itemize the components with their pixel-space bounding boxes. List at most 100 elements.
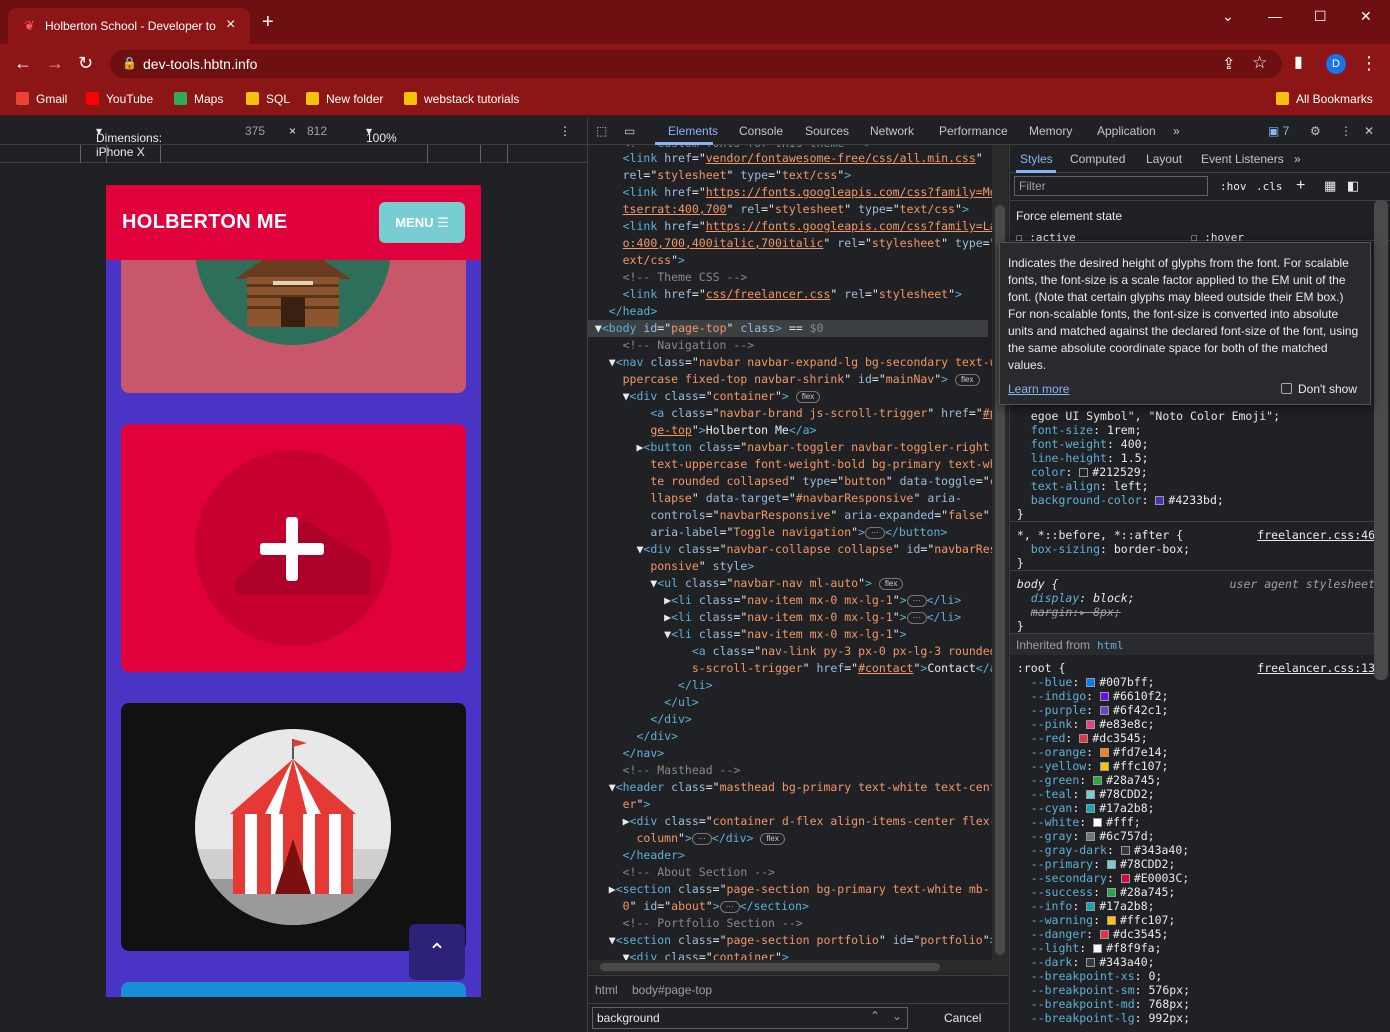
more-styles-tabs-icon[interactable]: » [1294,152,1301,166]
dom-search-bar: background ⌃ ⌄ Cancel [588,1003,1008,1032]
css-property-tooltip: Indicates the desired height of glyphs f… [999,242,1371,405]
bookmark-webstack-tutorials[interactable]: webstack tutorials [404,92,519,106]
device-emulation-panel: Dimensions: iPhone X ▾ 375 × 812 100% ▾ … [0,117,587,1032]
bookmark-maps[interactable]: Maps [174,92,223,106]
styles-filter-bar: Filter :hov .cls + ▦ ◧ [1010,173,1390,201]
forward-icon[interactable]: → [46,54,64,72]
gmail-icon [16,92,29,105]
circus-image [195,729,391,925]
reload-icon[interactable]: ↻ [78,54,93,72]
navbar-brand[interactable]: HOLBERTON ME [122,211,287,234]
browser-toolbar: ← → ↻ 🔒 dev-tools.hbtn.info ⇪ ☆ ▮ D ⋮ [0,44,1390,84]
tab-elements[interactable]: Elements [668,124,718,138]
new-rule-icon[interactable]: + [1296,177,1305,195]
emulated-viewport: HOLBERTON ME MENU ☰ ⌃ [106,185,481,997]
bookmark-sql[interactable]: SQL [246,92,290,106]
address-bar[interactable]: 🔒 dev-tools.hbtn.info ⇪ ☆ [110,50,1282,78]
devtools-tabbar: ⬚ ▭ Elements Console Sources Network Per… [588,117,1390,145]
holberton-favicon-icon: ❦ [24,18,35,33]
back-icon[interactable]: ← [14,54,32,72]
source-link-46[interactable]: freelancer.css:46 [1257,528,1375,542]
maximize-icon[interactable]: ☐ [1314,8,1327,25]
bookmark-new-folder[interactable]: New folder [306,92,383,106]
search-cancel-button[interactable]: Cancel [944,1011,981,1025]
styles-scrollbar[interactable] [1374,200,1388,680]
new-tab-icon[interactable]: + [262,12,274,32]
selected-body-node[interactable]: ▼<body id="page-top" class> == $0 [588,320,988,337]
menu-kebab-icon[interactable]: ⋮ [1360,54,1378,72]
minimize-icon[interactable]: — [1268,8,1282,24]
portfolio-card-next[interactable] [121,982,466,997]
learn-more-link[interactable]: Learn more [1008,381,1069,398]
inherited-header: Inherited from html [1010,633,1382,655]
search-next-icon[interactable]: ⌄ [892,1009,902,1023]
bookmark-gmail[interactable]: Gmail [16,92,67,106]
device-width[interactable]: 375 [245,124,265,138]
dom-search-input[interactable]: background [592,1007,908,1029]
hov-toggle[interactable]: :hov [1220,180,1247,193]
hamburger-icon: ☰ [437,215,449,230]
more-tabs-icon[interactable]: » [1173,124,1180,138]
breadcrumb: html body#page-top [588,975,1008,1003]
bookmark-youtube[interactable]: YouTube [86,92,153,106]
devtools-kebab-icon[interactable]: ⋮ [1340,124,1352,138]
tab-layout[interactable]: Layout [1146,152,1182,166]
styles-tabbar: Styles Computed Layout Event Listeners » [1010,145,1390,173]
side-panel-icon[interactable]: ▮ [1294,54,1303,72]
dont-show-checkbox[interactable]: Don't show [1281,381,1357,398]
tab-memory[interactable]: Memory [1029,124,1072,138]
tab-performance[interactable]: Performance [939,124,1008,138]
share-icon[interactable]: ⇪ [1222,54,1235,74]
plus-overlay-icon [235,517,370,595]
youtube-icon [86,92,99,105]
portfolio-card-circus[interactable] [121,703,466,951]
close-devtools-icon[interactable]: ✕ [1364,124,1374,138]
tab-styles[interactable]: Styles [1020,152,1053,166]
device-toggle-icon[interactable]: ▭ [624,124,635,138]
close-window-icon[interactable]: ✕ [1360,8,1372,25]
url-text[interactable]: dev-tools.hbtn.info [143,56,257,72]
zoom-dropdown[interactable]: 100% ▾ [366,124,397,145]
inspect-element-icon[interactable]: ⬚ [596,124,607,138]
device-height[interactable]: 812 [307,124,327,138]
tab-event-listeners[interactable]: Event Listeners [1201,152,1284,166]
scroll-to-top-button[interactable]: ⌃ [409,924,465,980]
folder-icon [246,92,259,105]
close-tab-icon[interactable]: × [226,16,235,34]
styles-filter-input[interactable]: Filter [1014,176,1208,196]
tab-sources[interactable]: Sources [805,124,849,138]
site-navbar: HOLBERTON ME MENU ☰ [106,185,481,260]
bookmark-star-icon[interactable]: ☆ [1252,53,1267,73]
lock-icon[interactable]: 🔒 [122,56,137,70]
menu-button[interactable]: MENU ☰ [379,202,465,243]
chevron-up-icon: ⌃ [427,939,447,964]
checkbox-icon[interactable] [1281,383,1292,394]
source-link-13[interactable]: freelancer.css:13 [1257,661,1375,675]
tab-console[interactable]: Console [739,124,783,138]
profile-avatar[interactable]: D [1326,54,1346,74]
elements-hscrollbar[interactable] [588,960,992,974]
device-more-icon[interactable]: ⋮ [559,124,571,138]
force-element-state: Force element state ☐ :active ☐ :hover [1010,201,1390,244]
all-bookmarks[interactable]: All Bookmarks [1276,92,1373,106]
device-toolbar: Dimensions: iPhone X ▾ 375 × 812 100% ▾ … [0,117,587,159]
search-prev-icon[interactable]: ⌃ [870,1009,880,1023]
paint-brush-icon[interactable]: ▦ [1324,178,1336,194]
browser-tab[interactable]: ❦ Holberton School - Developer to × [8,8,250,44]
breadcrumb-html[interactable]: html [595,983,618,997]
elements-tree[interactable]: <!-- Custom fonts for this theme --> <li… [588,145,994,975]
settings-gear-icon[interactable]: ⚙ [1310,124,1321,138]
cls-toggle[interactable]: .cls [1256,180,1283,193]
tooltip-text: Indicates the desired height of glyphs f… [1008,256,1359,372]
tab-network[interactable]: Network [870,124,914,138]
tab-application[interactable]: Application [1097,124,1156,138]
breadcrumb-body[interactable]: body#page-top [632,983,712,997]
force-state-label: Force element state [1016,209,1123,223]
device-dropdown[interactable]: Dimensions: iPhone X ▾ [96,124,162,159]
portfolio-card-cake[interactable] [121,424,466,672]
issues-badge[interactable]: ▣ 7 [1268,124,1289,138]
computed-sidebar-icon[interactable]: ◧ [1347,178,1359,194]
folder-icon [404,92,417,105]
tab-computed[interactable]: Computed [1070,152,1125,166]
tab-search-icon[interactable]: ⌄ [1222,8,1234,25]
